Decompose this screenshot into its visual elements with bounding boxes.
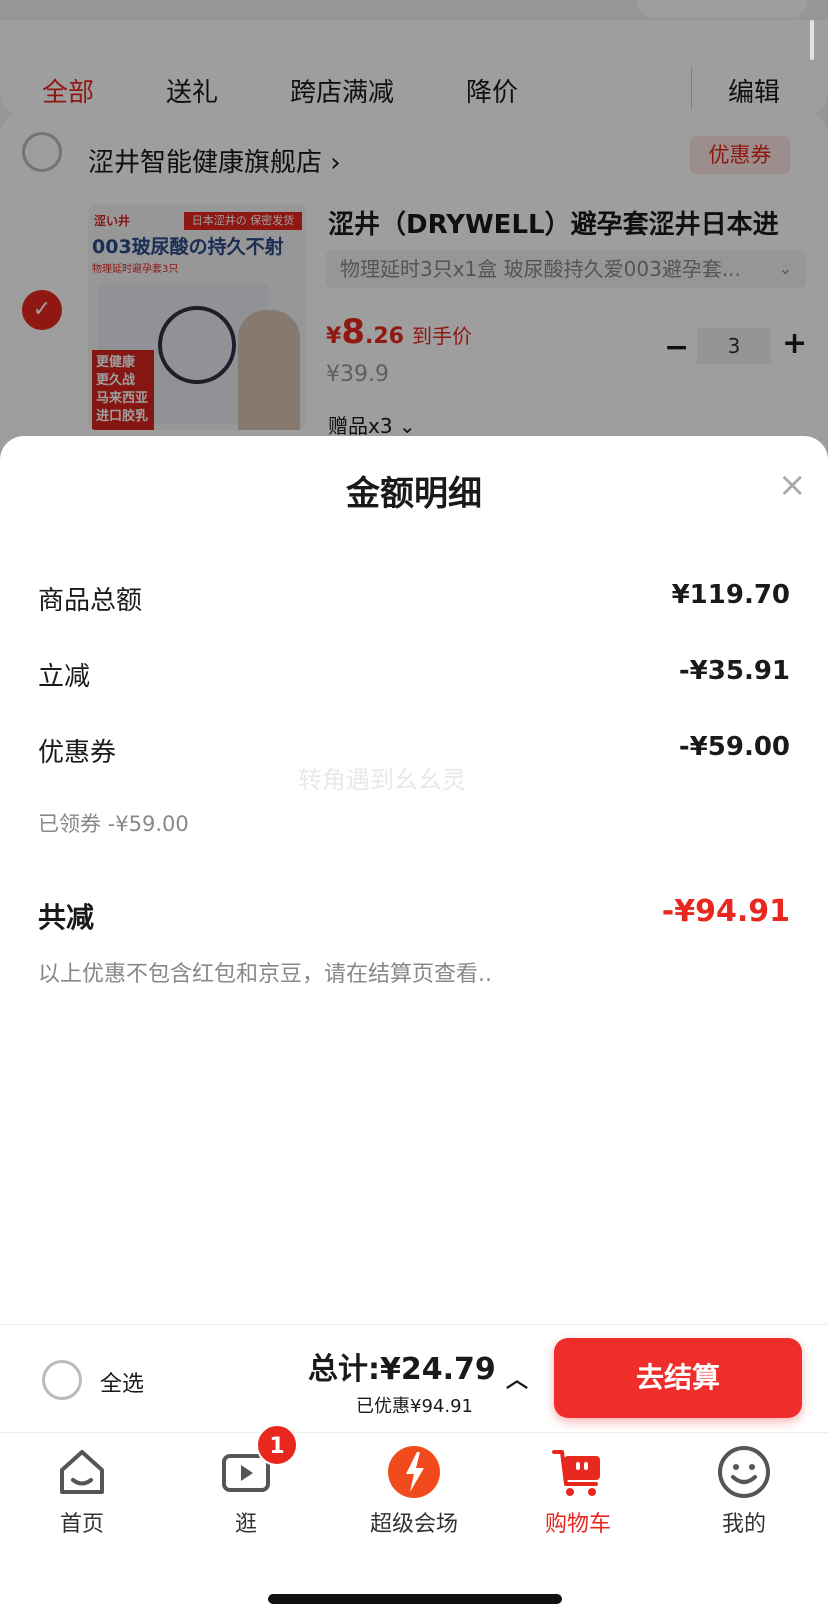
notification-badge: 1 xyxy=(256,1424,298,1466)
select-all-checkbox[interactable] xyxy=(42,1360,82,1400)
row-sub-coupon: 已领券 -¥59.00 xyxy=(38,812,189,836)
row-value-coupon: -¥59.00 xyxy=(678,732,790,762)
tab-profile-label: 我的 xyxy=(721,1512,766,1537)
home-indicator[interactable] xyxy=(268,1594,562,1604)
total-discount-value: -¥94.91 xyxy=(661,894,790,929)
total-price: 总计:¥24.79 xyxy=(308,1352,496,1387)
amount-detail-sheet xyxy=(0,436,828,1326)
venue-icon xyxy=(388,1446,440,1498)
home-icon xyxy=(60,1450,104,1494)
select-all-label[interactable]: 全选 xyxy=(100,1366,144,1398)
tab-super-venue-label: 超级会场 xyxy=(369,1512,458,1537)
profile-icon xyxy=(718,1446,770,1498)
row-label-coupon: 优惠券 xyxy=(38,738,117,768)
total-discount-label: 共减 xyxy=(38,901,95,934)
row-value-discount: -¥35.91 xyxy=(678,656,790,686)
scrollbar[interactable] xyxy=(810,20,814,60)
watermark: 转角遇到幺幺灵 xyxy=(298,766,466,794)
tab-home[interactable]: 首页 xyxy=(22,1444,142,1538)
saved-amount: 已优惠¥94.91 xyxy=(356,1396,473,1417)
sheet-title: 金额明细 xyxy=(346,474,482,514)
tab-browse-label: 逛 xyxy=(234,1512,257,1537)
row-label-discount: 立减 xyxy=(38,662,91,692)
tab-profile[interactable]: 我的 xyxy=(684,1444,804,1538)
modal-backdrop[interactable] xyxy=(0,0,828,460)
discount-note: 以上优惠不包含红包和京豆，请在结算页查看.. xyxy=(38,962,492,987)
row-value-subtotal: ¥119.70 xyxy=(671,580,790,610)
tab-home-label: 首页 xyxy=(59,1512,104,1537)
checkout-button[interactable]: 去结算 xyxy=(554,1338,802,1418)
tab-cart-label: 购物车 xyxy=(544,1512,611,1537)
tab-super-venue[interactable]: 超级会场 xyxy=(354,1444,474,1538)
chevron-up-icon[interactable]: ︿ xyxy=(506,1362,528,1394)
tab-cart[interactable]: 购物车 xyxy=(518,1444,638,1538)
cart-icon xyxy=(552,1450,600,1496)
close-icon[interactable]: × xyxy=(778,468,807,502)
row-label-subtotal: 商品总额 xyxy=(38,586,143,616)
